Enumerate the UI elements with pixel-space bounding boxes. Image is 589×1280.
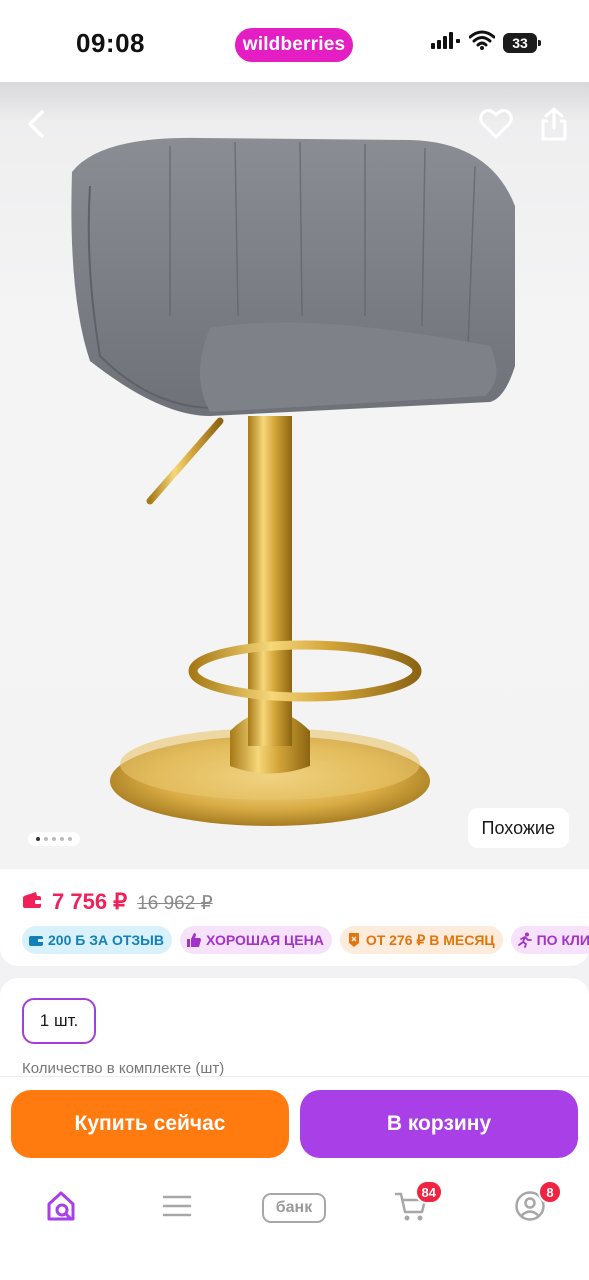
gallery-dot [60, 837, 64, 841]
product-page: 09:08 wildberries 33 Похожие 7 756 ₽ 16 … [0, 0, 589, 1280]
chip-label: ХОРОШАЯ ЦЕНА [206, 932, 324, 948]
quantity-option[interactable]: 1 шт. [22, 998, 96, 1044]
share-icon[interactable] [536, 102, 572, 146]
brand-logo[interactable]: wildberries [235, 28, 353, 62]
nav-profile[interactable]: 8 [506, 1180, 562, 1232]
promo-chips: 200 Б ЗА ОТЗЫВ ХОРОШАЯ ЦЕНА ОТ 276 ₽ В М… [22, 926, 589, 954]
chip-installment[interactable]: ОТ 276 ₽ В МЕСЯЦ [339, 926, 503, 954]
price-card: 7 756 ₽ 16 962 ₽ 200 Б ЗА ОТЗЫВ ХОРОШАЯ … [0, 869, 589, 966]
nav-bank[interactable]: банк [262, 1184, 326, 1232]
quantity-caption: Количество в комплекте (шт) [22, 1060, 225, 1077]
status-bar: 09:08 wildberries 33 [0, 0, 589, 82]
thumbs-up-icon [186, 932, 202, 948]
nav-home[interactable] [37, 1184, 85, 1232]
bottom-nav: банк 84 8 [0, 1172, 589, 1280]
signal-icon [431, 31, 461, 54]
status-time: 09:08 [76, 28, 145, 58]
gallery-dot [52, 837, 56, 841]
nav-catalog[interactable] [153, 1184, 201, 1232]
profile-badge: 8 [538, 1180, 562, 1204]
wifi-icon [468, 30, 496, 55]
home-search-icon [44, 1189, 78, 1228]
product-gallery[interactable]: Похожие [0, 82, 589, 869]
chip-label: ОТ 276 ₽ В МЕСЯЦ [365, 931, 495, 948]
chip-label: 200 Б ЗА ОТЗЫВ [48, 932, 164, 948]
similar-button[interactable]: Похожие [467, 808, 569, 848]
buy-now-button[interactable]: Купить сейчас [11, 1090, 289, 1158]
gallery-pagination [28, 832, 80, 846]
gallery-dot [68, 837, 72, 841]
installment-icon [346, 932, 362, 948]
add-to-cart-button[interactable]: В корзину [300, 1090, 578, 1158]
chip-one-click[interactable]: ПО КЛИ [510, 926, 589, 954]
price-current: 7 756 ₽ [52, 889, 128, 914]
back-arrow-icon[interactable] [18, 104, 54, 144]
chip-good-price[interactable]: ХОРОШАЯ ЦЕНА [180, 926, 332, 954]
chip-review-bonus[interactable]: 200 Б ЗА ОТЗЫВ [22, 926, 172, 954]
menu-icon [162, 1194, 192, 1223]
product-image [71, 137, 515, 826]
wallet-icon [22, 891, 42, 909]
status-icons: 33 [431, 30, 541, 55]
chip-label: ПО КЛИ [536, 932, 589, 948]
wallet-icon [28, 932, 44, 948]
heart-icon[interactable] [476, 104, 516, 144]
price-row: 7 756 ₽ 16 962 ₽ [22, 889, 213, 915]
gallery-dot [36, 837, 40, 841]
nav-cart[interactable]: 84 [387, 1180, 443, 1232]
bank-icon: банк [262, 1193, 326, 1223]
cart-badge: 84 [414, 1180, 443, 1204]
runner-icon [517, 932, 533, 948]
battery-icon: 33 [503, 32, 541, 53]
action-bar: Купить сейчас В корзину [0, 1076, 589, 1172]
gallery-dot [44, 837, 48, 841]
price-old: 16 962 ₽ [137, 893, 213, 914]
quantity-card: 1 шт. Количество в комплекте (шт) [0, 978, 589, 1088]
